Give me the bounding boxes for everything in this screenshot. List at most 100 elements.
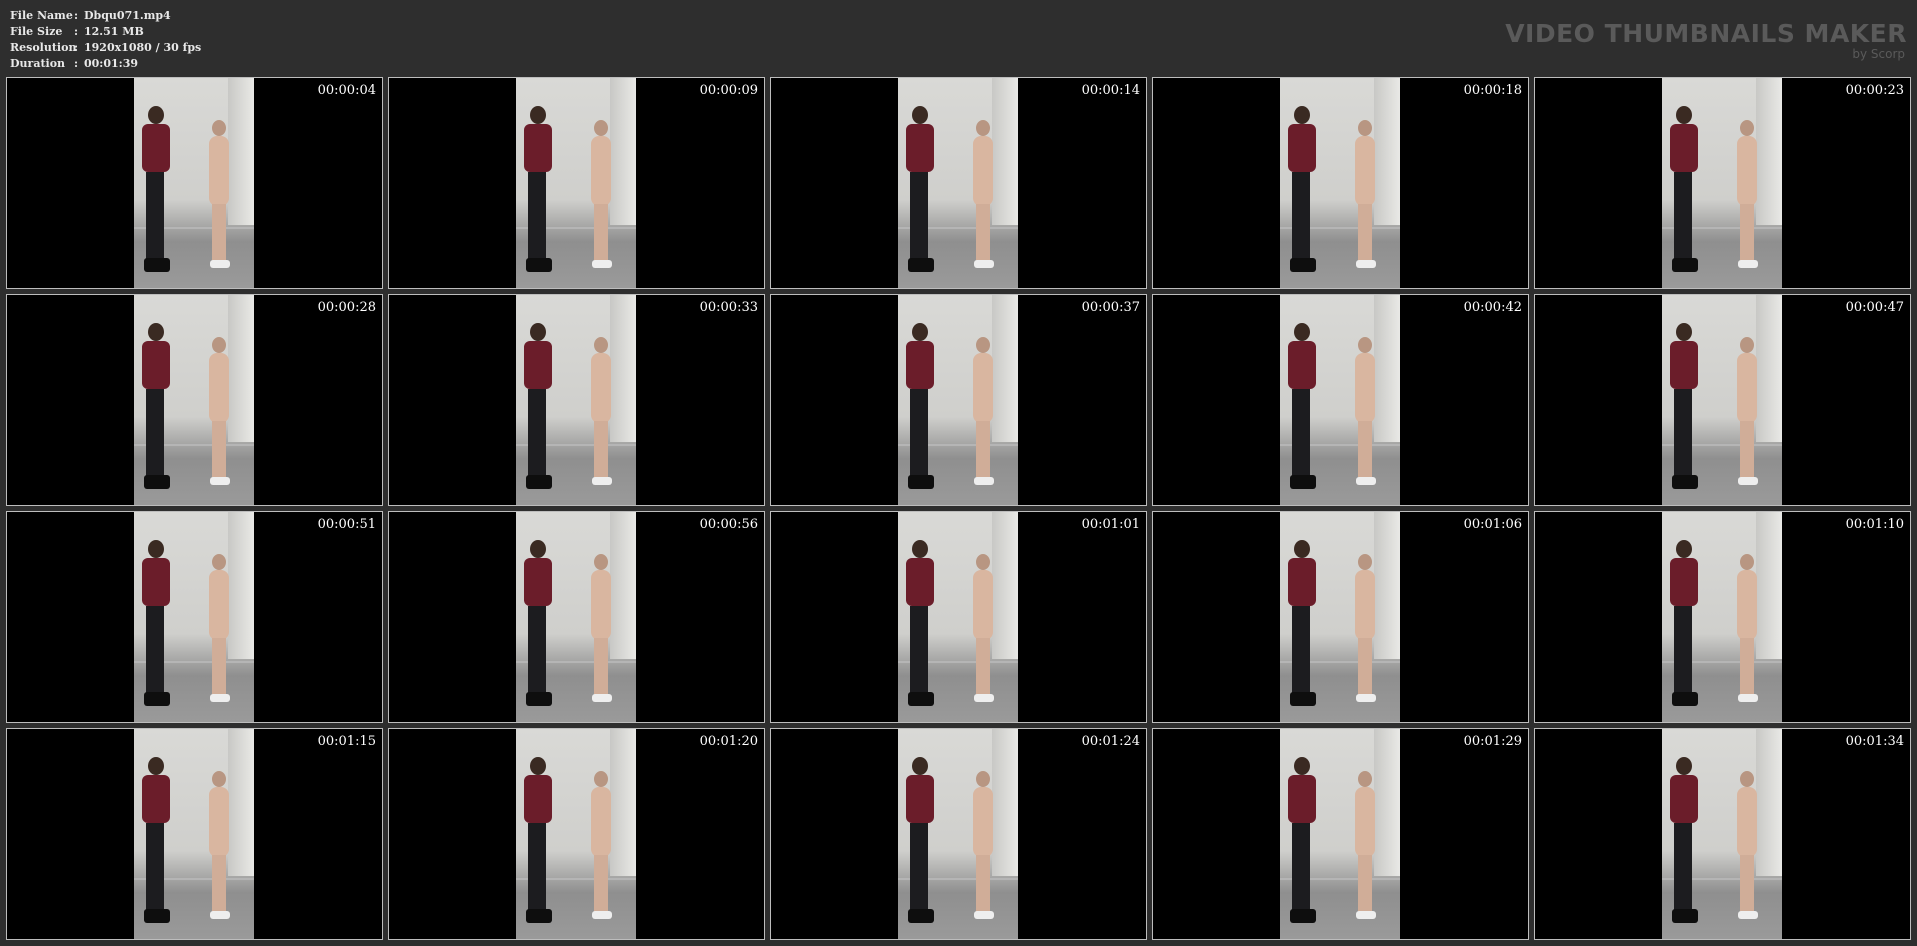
figure-boots — [1672, 258, 1698, 272]
figure-shoes — [210, 260, 230, 268]
person-figure — [586, 771, 616, 921]
figure-legs — [910, 823, 928, 913]
timestamp: 00:00:09 — [699, 83, 758, 98]
thumbnail[interactable]: 00:00:47 — [1534, 294, 1911, 506]
figure-shoes — [210, 477, 230, 485]
person-figure — [1286, 323, 1316, 491]
thumbnail[interactable]: 00:00:18 — [1152, 77, 1529, 289]
person-figure — [204, 771, 234, 921]
thumbnail[interactable]: 00:00:28 — [6, 294, 383, 506]
figure-head — [148, 106, 164, 124]
timestamp: 00:01:10 — [1845, 517, 1904, 532]
figure-head — [148, 323, 164, 341]
figure-legs — [212, 204, 226, 262]
figure-head — [1358, 554, 1372, 570]
figure-torso — [906, 124, 934, 172]
video-frame — [898, 78, 1018, 288]
figure-body — [973, 570, 993, 640]
figure-torso — [524, 341, 552, 389]
thumbnail[interactable]: 00:00:37 — [770, 294, 1147, 506]
person-figure — [1732, 554, 1762, 704]
figure-body — [1355, 136, 1375, 206]
figure-legs — [146, 172, 164, 262]
figure-legs — [1674, 823, 1692, 913]
figure-shoes — [1356, 260, 1376, 268]
timestamp: 00:01:15 — [317, 734, 376, 749]
figure-body — [973, 353, 993, 423]
video-frame — [898, 512, 1018, 722]
video-frame — [1280, 512, 1400, 722]
thumbnail[interactable]: 00:01:29 — [1152, 728, 1529, 940]
thumbnail[interactable]: 00:01:06 — [1152, 511, 1529, 723]
thumbnail[interactable]: 00:01:20 — [388, 728, 765, 940]
figure-shoes — [1356, 477, 1376, 485]
info-key: File Size — [10, 25, 63, 38]
figure-head — [912, 323, 928, 341]
person-figure — [140, 323, 170, 491]
figure-shoes — [1356, 911, 1376, 919]
figure-torso — [1670, 558, 1698, 606]
figure-legs — [212, 855, 226, 913]
figure-legs — [1358, 855, 1372, 913]
thumbnail[interactable]: 00:00:42 — [1152, 294, 1529, 506]
figure-head — [1358, 771, 1372, 787]
person-figure — [586, 554, 616, 704]
figure-shoes — [592, 694, 612, 702]
figure-head — [212, 120, 226, 136]
figure-legs — [1358, 421, 1372, 479]
figure-head — [594, 771, 608, 787]
figure-torso — [1288, 124, 1316, 172]
brand-subtitle: by Scorp — [1852, 47, 1905, 61]
figure-head — [1358, 120, 1372, 136]
figure-legs — [1292, 172, 1310, 262]
figure-torso — [906, 341, 934, 389]
figure-legs — [594, 638, 608, 696]
thumbnail[interactable]: 00:01:15 — [6, 728, 383, 940]
figure-shoes — [974, 260, 994, 268]
figure-legs — [1740, 204, 1754, 262]
video-frame — [516, 78, 636, 288]
figure-head — [1740, 771, 1754, 787]
figure-boots — [526, 909, 552, 923]
figure-legs — [212, 638, 226, 696]
thumbnail[interactable]: 00:00:51 — [6, 511, 383, 723]
video-frame — [516, 512, 636, 722]
thumbnail[interactable]: 00:00:23 — [1534, 77, 1911, 289]
figure-torso — [1670, 124, 1698, 172]
thumbnail[interactable]: 00:00:33 — [388, 294, 765, 506]
person-figure — [1350, 771, 1380, 921]
figure-head — [912, 540, 928, 558]
thumbnail[interactable]: 00:01:01 — [770, 511, 1147, 723]
thumbnail[interactable]: 00:00:56 — [388, 511, 765, 723]
figure-head — [594, 120, 608, 136]
timestamp: 00:01:34 — [1845, 734, 1904, 749]
thumbnail[interactable]: 00:01:24 — [770, 728, 1147, 940]
timestamp: 00:00:37 — [1081, 300, 1140, 315]
figure-torso — [1288, 341, 1316, 389]
figure-torso — [906, 775, 934, 823]
timestamp: 00:01:06 — [1463, 517, 1522, 532]
figure-legs — [1292, 823, 1310, 913]
figure-head — [530, 540, 546, 558]
person-figure — [1668, 106, 1698, 274]
figure-legs — [976, 421, 990, 479]
figure-body — [1737, 136, 1757, 206]
timestamp: 00:00:51 — [317, 517, 376, 532]
figure-head — [912, 106, 928, 124]
figure-body — [209, 570, 229, 640]
figure-torso — [142, 124, 170, 172]
figure-shoes — [1738, 260, 1758, 268]
thumbnail[interactable]: 00:01:10 — [1534, 511, 1911, 723]
figure-torso — [1288, 775, 1316, 823]
figure-torso — [1670, 341, 1698, 389]
figure-torso — [142, 341, 170, 389]
figure-head — [594, 337, 608, 353]
thumbnail[interactable]: 00:00:04 — [6, 77, 383, 289]
thumbnail[interactable]: 00:01:34 — [1534, 728, 1911, 940]
thumbnail[interactable]: 00:00:14 — [770, 77, 1147, 289]
figure-body — [1355, 787, 1375, 857]
header: File Name : Dbqu071.mp4 File Size : 12.5… — [0, 0, 1917, 76]
figure-shoes — [974, 911, 994, 919]
thumbnail[interactable]: 00:00:09 — [388, 77, 765, 289]
figure-legs — [976, 204, 990, 262]
